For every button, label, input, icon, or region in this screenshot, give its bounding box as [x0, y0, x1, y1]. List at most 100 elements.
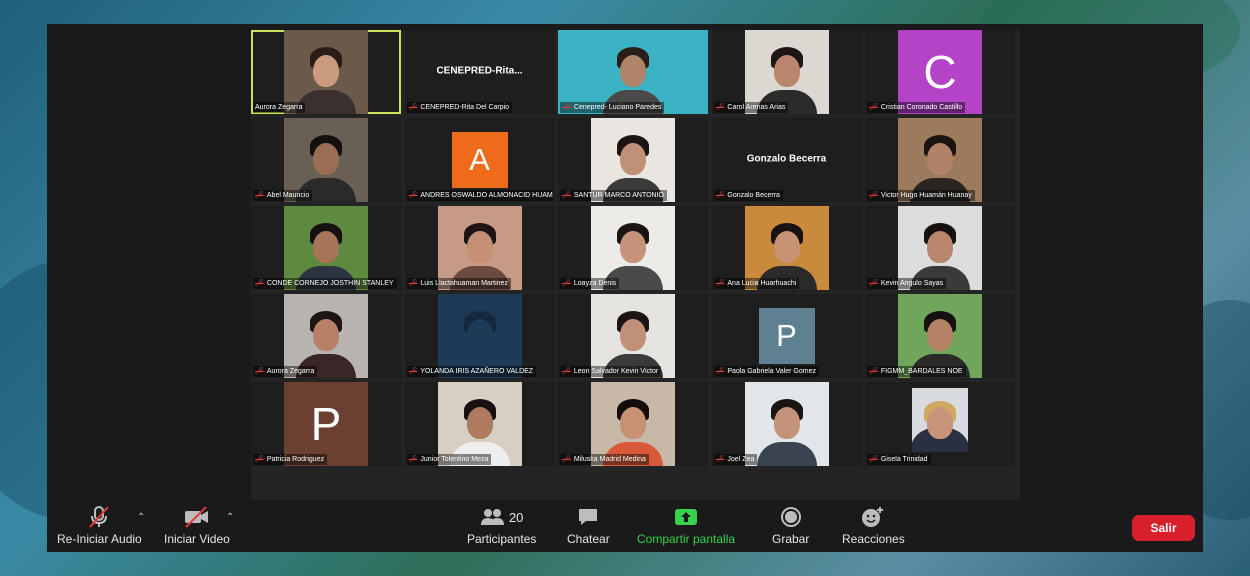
record-icon [780, 506, 802, 528]
participant-face [313, 319, 339, 352]
participant-name-label: 🎤︎ Paola Gabriela Valer Gomez [713, 366, 819, 377]
participant-face [466, 319, 493, 352]
participant-name: Victor Hugo Huamán Huanay [880, 192, 972, 199]
participant-name: Abel Mauricio [266, 192, 310, 199]
leave-button[interactable]: Salir [1132, 515, 1195, 541]
participant-name-label: 🎤︎ Victor Hugo Huamán Huanay [867, 190, 975, 201]
participant-tile[interactable]: CENEPRED-Rita... 🎤︎ CENEPRED-Rita Del Carp… [404, 30, 555, 114]
participant-name-label: 🎤︎ Miluska Madrid Medina [560, 454, 649, 465]
audio-options-chevron-up-icon[interactable]: ⌃ [137, 512, 145, 523]
muted-mic-icon: 🎤︎ [715, 104, 725, 111]
participant-name-label: 🎤︎ Gisela Trinidad [867, 454, 931, 465]
participant-tile[interactable]: 🎤︎ Luis Llactahuaman Martinez [404, 206, 555, 290]
participant-face [773, 55, 800, 88]
muted-mic-icon: 🎤︎ [869, 368, 878, 375]
participant-name-label: 🎤︎ ANDRES OSWALDO ALMONACID HUAMAN [406, 190, 553, 201]
muted-mic-icon: 🎤︎ [562, 368, 571, 375]
video-options-chevron-up-icon[interactable]: ⌃ [226, 512, 234, 523]
participant-name: ANDRES OSWALDO ALMONACID HUAMAN [420, 192, 553, 199]
participant-name: Patricia Rodriguez [266, 456, 325, 463]
participant-tile[interactable]: 🎤︎ Abel Mauricio [251, 118, 401, 202]
participant-name: CONDE CORNEJO JOSTHIN STANLEY [266, 280, 394, 287]
participant-face [313, 55, 339, 88]
muted-mic-icon: 🎤︎ [408, 456, 418, 463]
participant-name: Kevin Angulo Sayas [880, 280, 944, 287]
participant-name: Aurora Zegarra [266, 368, 315, 375]
participant-face [620, 55, 646, 88]
participant-tile[interactable]: 🎤︎ CONDE CORNEJO JOSTHIN STANLEY [251, 206, 401, 290]
participant-face [927, 143, 953, 176]
participant-face [620, 407, 646, 440]
participant-tile[interactable]: 🎤︎ Miluska Madrid Medina [558, 382, 708, 466]
chat-button[interactable]: Chatear [567, 506, 610, 546]
gallery-view: Aurora Zegarra CENEPRED-Rita... 🎤︎ CENEPRED… [251, 30, 1020, 500]
participant-tile[interactable]: C 🎤︎ Cristian Coronado Castillo [865, 30, 1015, 114]
muted-mic-icon: 🎤︎ [869, 456, 878, 463]
participant-tile[interactable]: 🎤︎ SANTUR MARCO ANTONIO [558, 118, 708, 202]
participant-tile[interactable]: 🎤︎ Cenepred- Luciano Paredes [558, 30, 708, 114]
chat-bubble-icon [577, 506, 599, 528]
participant-name-label: 🎤︎ CENEPRED-Rita Del Carpio [406, 102, 513, 113]
participant-tile[interactable]: 🎤︎ Joel Zea [711, 382, 862, 466]
participant-tile[interactable]: 🎤︎ Victor Hugo Huamán Huanay [865, 118, 1015, 202]
participant-name-label: 🎤︎ SANTUR MARCO ANTONIO [560, 190, 667, 201]
participant-body [756, 442, 817, 466]
muted-mic-icon: 🎤︎ [255, 368, 264, 375]
muted-mic-icon: 🎤︎ [562, 192, 571, 199]
participant-name-label: 🎤︎ Joel Zea [713, 454, 758, 465]
audio-label: Re-Iniciar Audio [57, 532, 142, 546]
participant-name-label: 🎤︎ CONDE CORNEJO JOSTHIN STANLEY [253, 278, 397, 289]
share-screen-icon [674, 506, 698, 528]
participant-tile[interactable]: Aurora Zegarra [251, 30, 401, 114]
participant-face [313, 143, 339, 176]
participant-name: Paola Gabriela Valer Gomez [727, 368, 816, 375]
participant-tile[interactable]: Gonzalo Becerra 🎤︎ Gonzalo Becerra [711, 118, 862, 202]
muted-mic-icon: 🎤︎ [869, 280, 878, 287]
participant-tile[interactable]: P 🎤︎ Patricia Rodriguez [251, 382, 401, 466]
participant-tile[interactable]: 🎤︎ Leon Salvador Kevin Victor [558, 294, 708, 378]
participant-name: Gonzalo Becerra [727, 192, 780, 199]
participant-name-label: 🎤︎ Patricia Rodriguez [253, 454, 328, 465]
record-button[interactable]: Grabar [772, 506, 809, 546]
participant-name-label: 🎤︎ Carol Arenas Arias [713, 102, 789, 113]
share-screen-button[interactable]: Compartir pantalla [637, 506, 735, 546]
participant-name: CENEPRED-Rita Del Carpio [420, 104, 510, 111]
muted-mic-icon: 🎤︎ [869, 104, 878, 111]
muted-mic-icon: 🎤︎ [715, 280, 725, 287]
muted-mic-icon: 🎤︎ [408, 192, 418, 199]
participant-name: Miluska Madrid Medina [573, 456, 646, 463]
participant-tile[interactable]: 🎤︎ Carol Arenas Arias [711, 30, 862, 114]
record-label: Grabar [772, 532, 810, 546]
muted-mic-icon: 🎤︎ [562, 456, 571, 463]
participant-avatar: A [451, 132, 508, 188]
participant-display-name: CENEPRED-Rita... [436, 65, 523, 77]
participant-name-label: 🎤︎ Luis Llactahuaman Martinez [406, 278, 511, 289]
muted-mic-icon: 🎤︎ [715, 368, 725, 375]
participant-name-label: 🎤︎ Leon Salvador Kevin Victor [560, 366, 662, 377]
participant-tile[interactable]: 🎤︎ Loayza Denis [558, 206, 708, 290]
participant-tile[interactable]: 🎤︎ Kevin Angulo Sayas [865, 206, 1015, 290]
mic-muted-icon [87, 506, 111, 528]
participant-tile[interactable]: 🎤︎ Ana Lucia Huarhuachi [711, 206, 862, 290]
reactions-button[interactable]: Reacciones [842, 506, 905, 546]
participant-tile[interactable]: 🎤︎ FIGMM_BARDALES NOE [865, 294, 1015, 378]
participant-video [912, 388, 968, 452]
participant-tile[interactable]: 🎤︎ YOLANDA IRIS AZAÑERO VALDEZ [404, 294, 555, 378]
participant-name-label: 🎤︎ FIGMM_BARDALES NOE [867, 366, 966, 377]
participant-name: Junior Tolentino Meza [420, 456, 489, 463]
participant-name-label: 🎤︎ Ana Lucia Huarhuachi [713, 278, 800, 289]
video-button[interactable]: Iniciar Video [164, 506, 230, 546]
participant-tile[interactable]: 🎤︎ Junior Tolentino Meza [404, 382, 555, 466]
participant-name: YOLANDA IRIS AZAÑERO VALDEZ [420, 368, 534, 375]
participant-name-label: 🎤︎ Abel Mauricio [253, 190, 313, 201]
participant-name-label: 🎤︎ YOLANDA IRIS AZAÑERO VALDEZ [406, 366, 537, 377]
participant-tile[interactable]: 🎤︎ Aurora Zegarra [251, 294, 401, 378]
participants-label: Participantes [467, 532, 537, 546]
participant-tile[interactable]: P 🎤︎ Paola Gabriela Valer Gomez [711, 294, 862, 378]
participant-tile[interactable]: A 🎤︎ ANDRES OSWALDO ALMONACID HUAMAN [404, 118, 555, 202]
participant-name-label: 🎤︎ Loayza Denis [560, 278, 620, 289]
audio-button[interactable]: Re-Iniciar Audio [57, 506, 142, 546]
participant-tile[interactable]: 🎤︎ Gisela Trinidad [865, 382, 1015, 466]
participants-button[interactable]: 20 Participantes [467, 506, 536, 546]
participant-name: Carol Arenas Arias [727, 104, 786, 111]
